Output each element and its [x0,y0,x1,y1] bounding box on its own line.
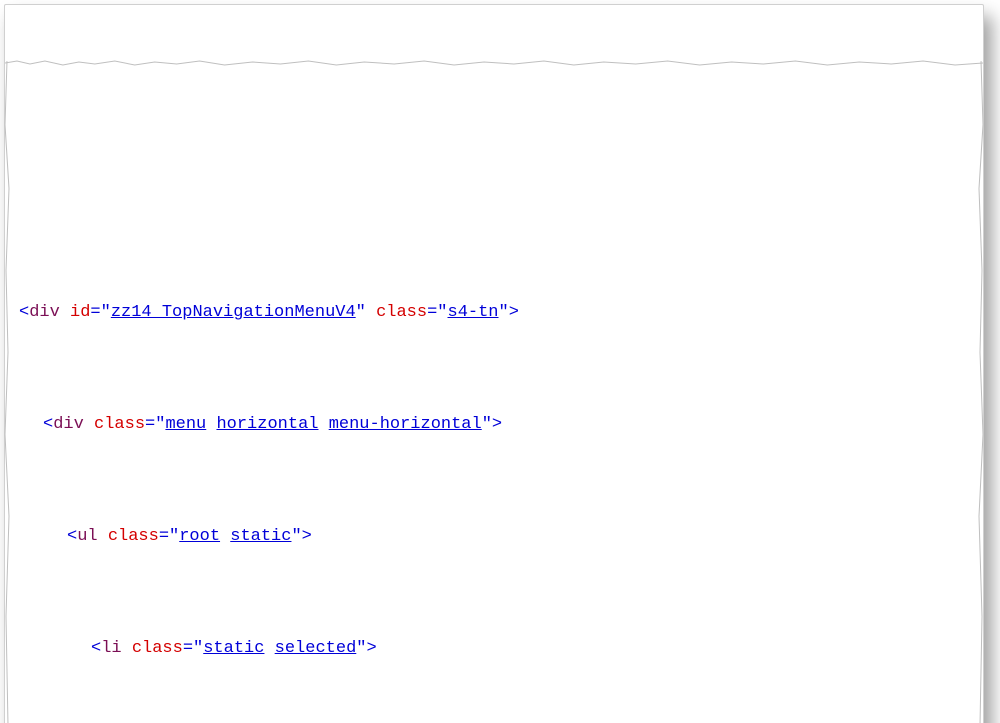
code-line: <div id="zz14_TopNavigationMenuV4" class… [19,299,979,327]
torn-edge-left [4,5,10,723]
code-line: <li class="static selected"> [19,635,979,663]
code-block: <div id="zz14_TopNavigationMenuV4" class… [4,4,984,723]
torn-edge-top [5,4,983,10]
code-line: <ul class="root static"> [19,523,979,551]
torn-edge-right [978,5,984,723]
code-line: <div class="menu horizontal menu-horizon… [19,411,979,439]
code-screenshot: <div id="zz14_TopNavigationMenuV4" class… [0,0,1000,723]
